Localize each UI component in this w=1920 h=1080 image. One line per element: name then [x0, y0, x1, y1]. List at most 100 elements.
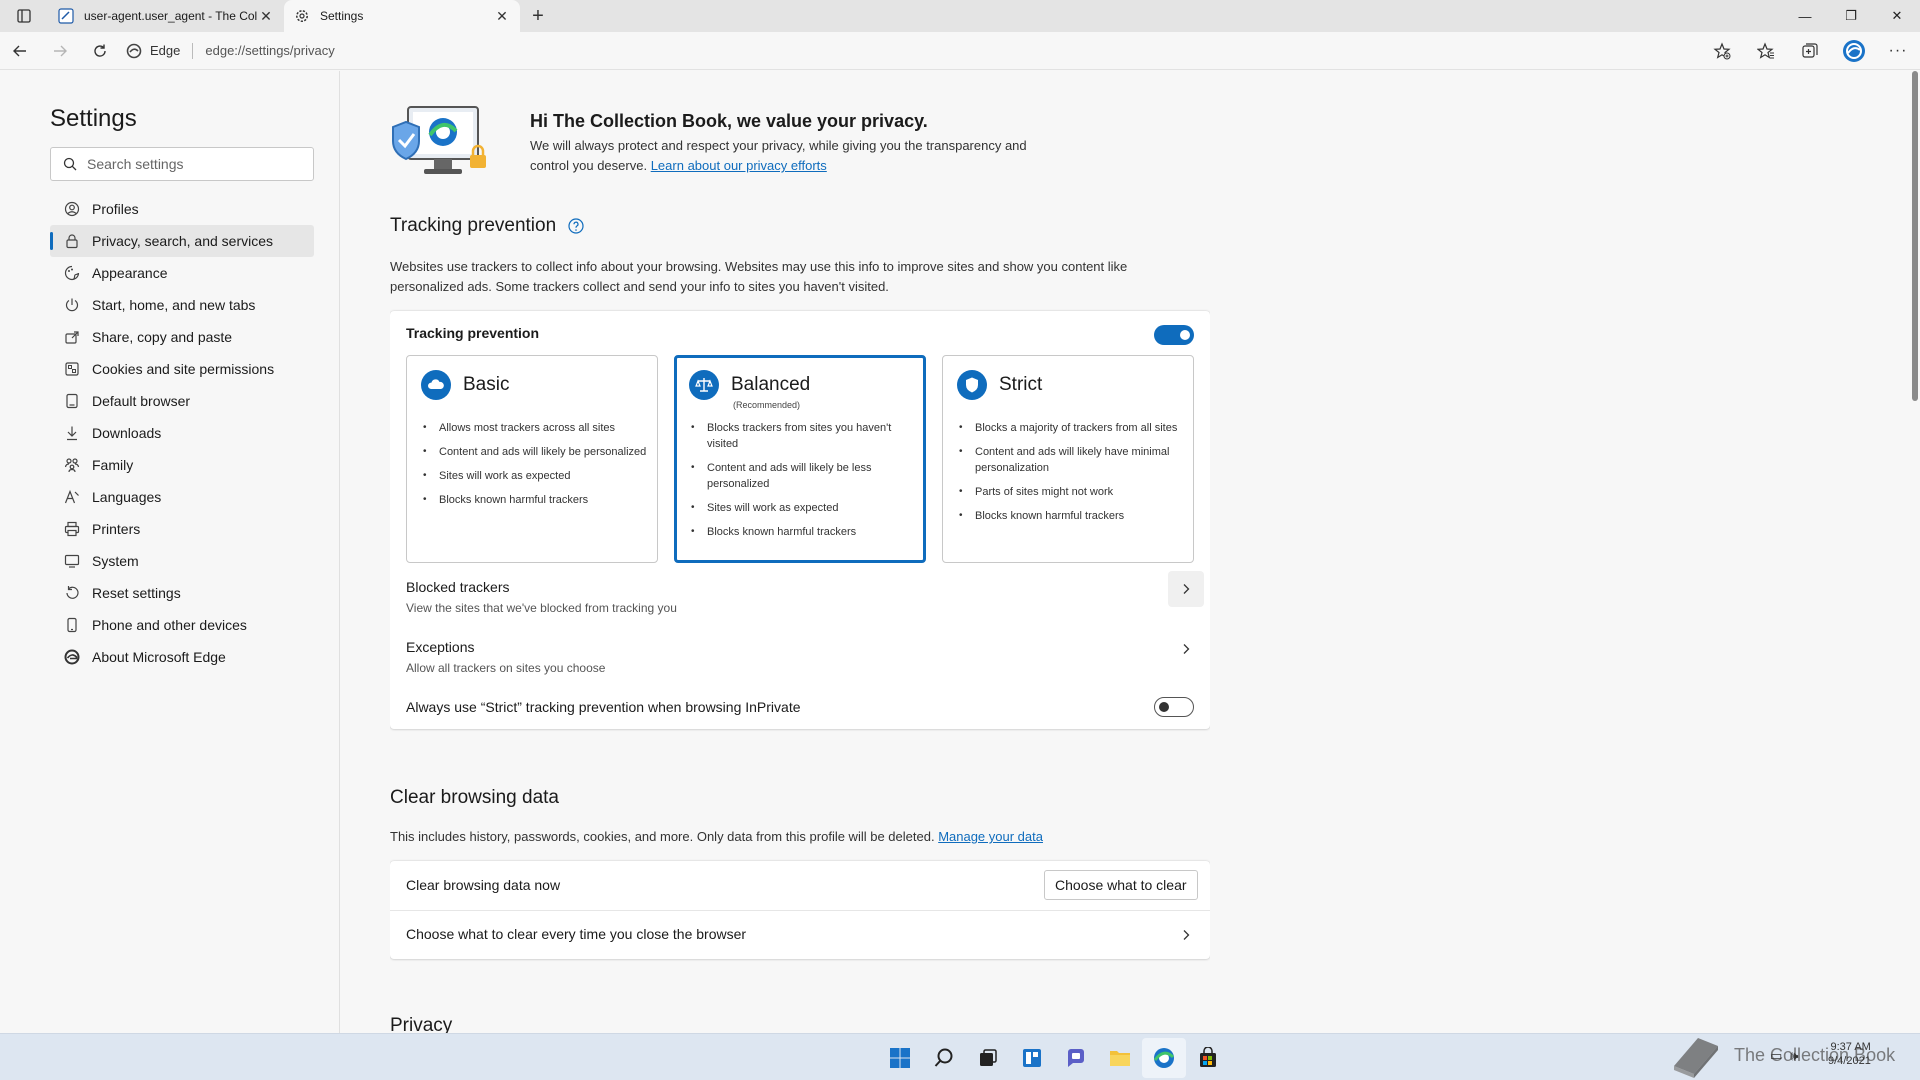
new-tab-button[interactable]: + [520, 0, 556, 32]
appearance-icon [64, 265, 80, 281]
clear-on-close-label[interactable]: Choose what to clear every time you clos… [406, 926, 746, 942]
basic-bullets: Allows most trackers across all sites Co… [423, 420, 649, 516]
edge-icon [64, 649, 80, 665]
chat-button[interactable] [1054, 1038, 1098, 1078]
tab-actions-button[interactable] [0, 0, 48, 32]
chevron-right-icon [1183, 930, 1190, 940]
list-item: Sites will work as expected [691, 500, 917, 516]
system-tray[interactable]: ▭ 🕪 [1770, 1048, 1799, 1064]
close-tab-icon[interactable]: ✕ [258, 8, 274, 24]
sidebar-item-label: Start, home, and new tabs [92, 297, 256, 313]
sidebar-item-phone[interactable]: Phone and other devices [50, 609, 314, 641]
taskbar [0, 1033, 1920, 1080]
sidebar-item-label: Family [92, 457, 134, 473]
sidebar-item-about[interactable]: About Microsoft Edge [50, 641, 314, 673]
manage-data-link[interactable]: Manage your data [938, 829, 1043, 844]
level-name: Balanced [731, 374, 811, 395]
address-bar[interactable]: Edge edge://settings/privacy [126, 36, 335, 66]
clear-section-title: Clear browsing data [390, 787, 559, 809]
minimize-button[interactable]: — [1782, 0, 1828, 32]
blocked-trackers-title[interactable]: Blocked trackers [406, 579, 509, 595]
edge-taskbar-button[interactable] [1142, 1037, 1186, 1078]
file-explorer-button[interactable] [1098, 1038, 1142, 1078]
add-favorite-button[interactable] [1700, 35, 1744, 67]
power-icon [64, 297, 80, 313]
sidebar-item-privacy[interactable]: Privacy, search, and services [50, 225, 314, 257]
sidebar-item-languages[interactable]: Languages [50, 481, 314, 513]
sidebar-item-appearance[interactable]: Appearance [50, 257, 314, 289]
exceptions-button[interactable] [1168, 631, 1204, 667]
tracking-title-text: Tracking prevention [390, 215, 557, 236]
windows-logo-icon [890, 1047, 910, 1068]
list-item: Allows most trackers across all sites [423, 420, 649, 436]
scales-icon [689, 370, 719, 400]
tab-settings[interactable]: Settings ✕ [284, 0, 520, 32]
hero-description: We will always protect and respect your … [530, 136, 1060, 176]
system-icon [64, 553, 80, 569]
printer-icon [64, 521, 80, 537]
search-box[interactable] [50, 147, 314, 181]
chat-icon [1068, 1048, 1084, 1067]
more-menu-button[interactable]: ··· [1876, 35, 1920, 67]
sidebar-title: Settings [50, 105, 137, 132]
sidebar-item-reset[interactable]: Reset settings [50, 577, 314, 609]
back-button[interactable] [0, 35, 40, 67]
start-button[interactable] [878, 1038, 922, 1078]
refresh-button[interactable] [80, 35, 120, 67]
widgets-button[interactable] [1010, 1038, 1054, 1078]
collections-button[interactable] [1788, 35, 1832, 67]
taskbar-clock[interactable]: 9:37 AM 9/4/2021 [1828, 1040, 1871, 1068]
tracking-card-title: Tracking prevention [406, 325, 540, 341]
search-icon [63, 157, 77, 171]
sidebar-nav: Profiles Privacy, search, and services A… [50, 193, 314, 673]
blocked-trackers-button[interactable] [1168, 571, 1204, 607]
language-icon [64, 489, 80, 505]
sidebar-item-label: Phone and other devices [92, 617, 247, 633]
task-view-button[interactable] [966, 1038, 1010, 1078]
sidebar-item-label: Reset settings [92, 585, 181, 601]
inprivate-strict-toggle[interactable] [1154, 697, 1194, 717]
url-text[interactable]: edge://settings/privacy [205, 43, 334, 58]
store-button[interactable] [1186, 1038, 1230, 1078]
sidebar-item-profiles[interactable]: Profiles [50, 193, 314, 225]
widgets-icon [1023, 1048, 1041, 1067]
favorites-button[interactable] [1744, 35, 1788, 67]
search-input[interactable] [87, 156, 287, 172]
sidebar-item-system[interactable]: System [50, 545, 314, 577]
reset-icon [64, 585, 80, 601]
sidebar-item-label: Privacy, search, and services [92, 233, 274, 249]
sidebar-item-default-browser[interactable]: Default browser [50, 385, 314, 417]
exceptions-title[interactable]: Exceptions [406, 639, 474, 655]
close-tab-icon[interactable]: ✕ [494, 8, 510, 24]
tracking-section-title: Tracking prevention [390, 215, 584, 237]
level-balanced-card[interactable]: Balanced (Recommended) Blocks trackers f… [674, 355, 926, 563]
profile-button[interactable] [1832, 35, 1876, 67]
forward-button[interactable] [40, 35, 80, 67]
balanced-bullets: Blocks trackers from sites you haven't v… [691, 420, 917, 548]
sidebar-item-share[interactable]: Share, copy and paste [50, 321, 314, 353]
tab-title: Settings [320, 9, 364, 23]
sidebar-item-printers[interactable]: Printers [50, 513, 314, 545]
scrollbar-thumb[interactable] [1912, 71, 1918, 401]
privacy-illustration-icon [392, 106, 486, 174]
sidebar-item-start-home[interactable]: Start, home, and new tabs [50, 289, 314, 321]
close-window-button[interactable]: ✕ [1874, 0, 1920, 32]
help-icon[interactable] [568, 218, 584, 234]
clear-on-close-button[interactable] [1168, 917, 1204, 953]
tracking-prevention-toggle[interactable] [1154, 325, 1194, 345]
tab-user-agent[interactable]: user-agent.user_agent - The Coll ✕ [48, 0, 284, 32]
sidebar-item-family[interactable]: Family [50, 449, 314, 481]
taskbar-search-button[interactable] [922, 1038, 966, 1078]
level-basic-card[interactable]: Basic Allows most trackers across all si… [406, 355, 658, 563]
search-icon [934, 1048, 953, 1067]
page-scrollbar[interactable] [1908, 71, 1920, 1033]
plus-icon: + [532, 4, 544, 27]
sidebar-item-downloads[interactable]: Downloads [50, 417, 314, 449]
level-strict-card[interactable]: Strict Blocks a majority of trackers fro… [942, 355, 1194, 563]
level-name: Basic [463, 374, 510, 395]
sidebar-item-cookies[interactable]: Cookies and site permissions [50, 353, 314, 385]
privacy-efforts-link[interactable]: Learn about our privacy efforts [651, 158, 827, 173]
sidebar-item-label: Share, copy and paste [92, 329, 233, 345]
restore-button[interactable]: ❐ [1828, 0, 1874, 32]
choose-what-to-clear-button[interactable]: Choose what to clear [1044, 870, 1198, 900]
